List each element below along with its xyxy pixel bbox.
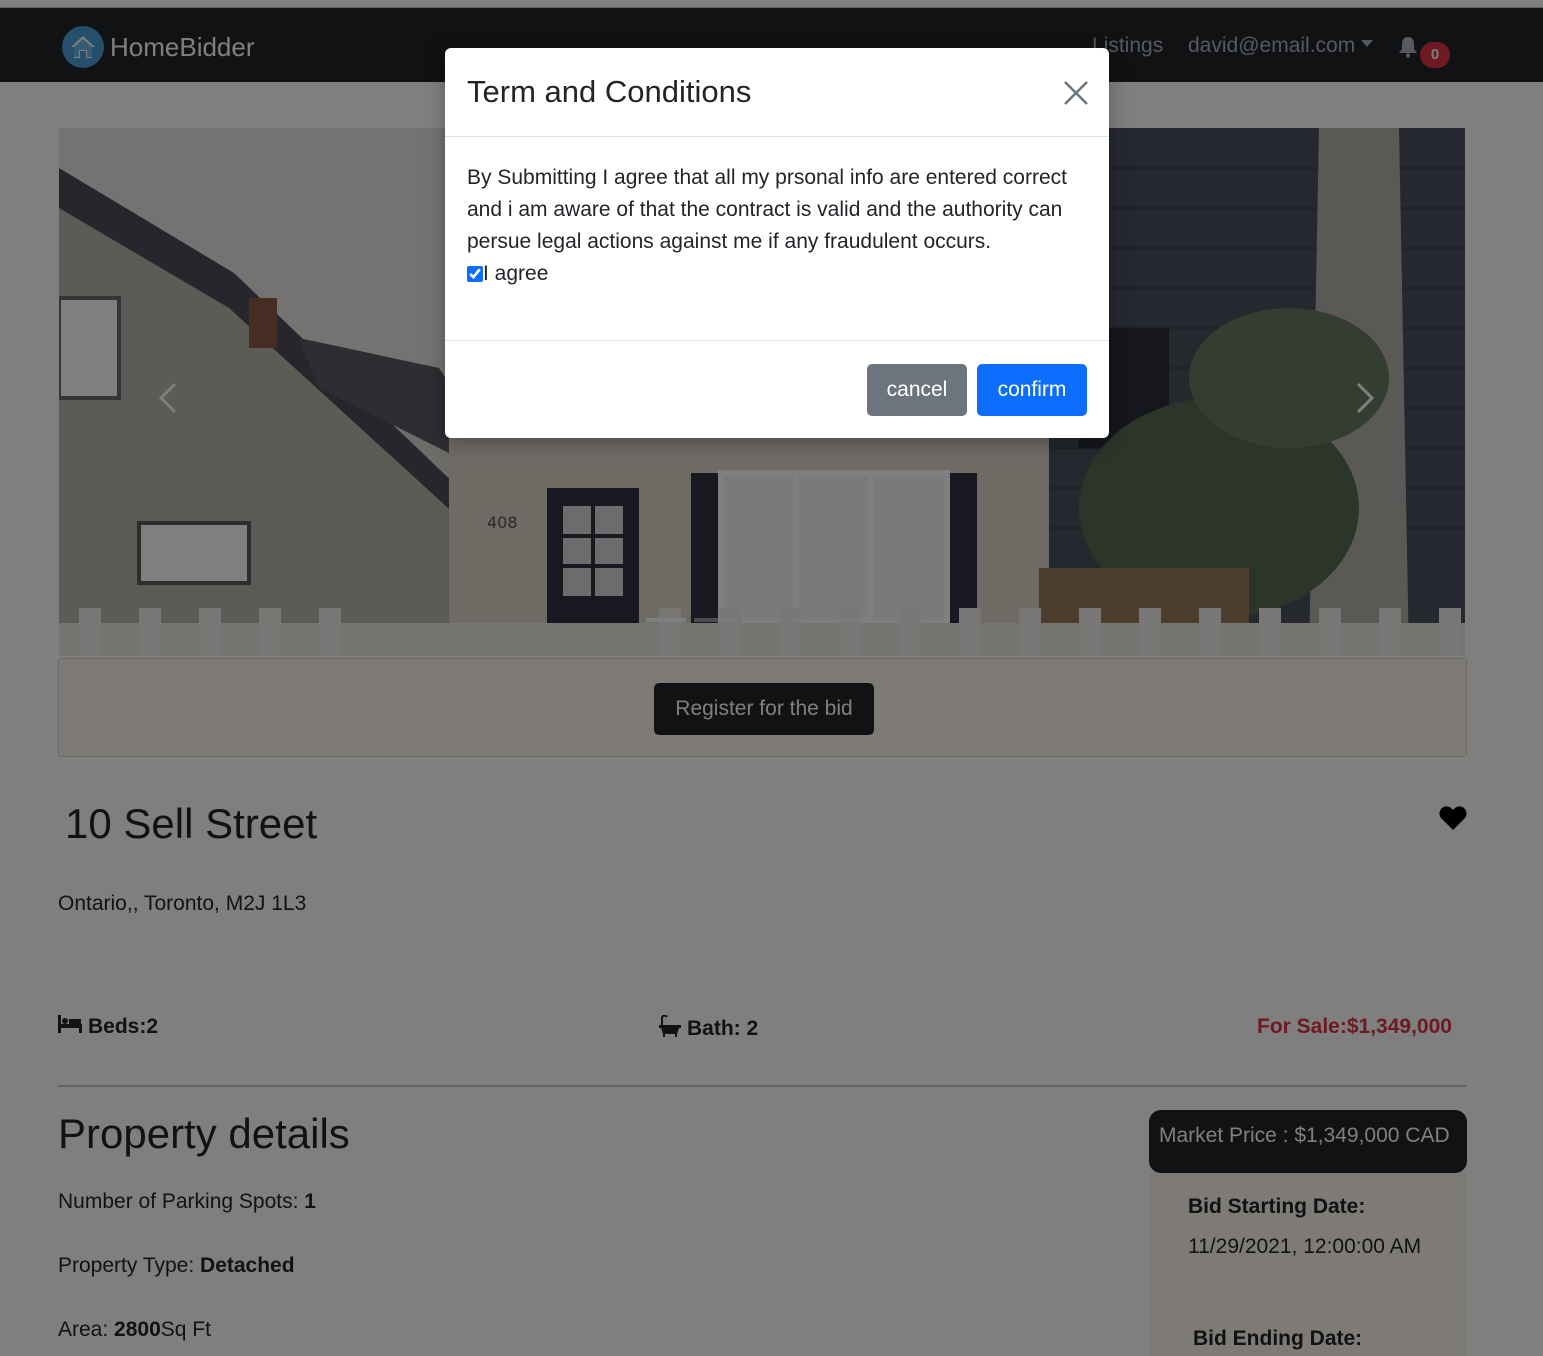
agree-checkbox-row[interactable]: I agree — [467, 258, 1087, 290]
close-icon[interactable] — [1061, 78, 1091, 108]
agree-checkbox[interactable] — [467, 266, 483, 282]
terms-modal: Term and Conditions By Submitting I agre… — [445, 48, 1109, 438]
agree-label: I agree — [483, 262, 549, 285]
modal-title: Term and Conditions — [467, 74, 752, 109]
cancel-button[interactable]: cancel — [867, 364, 967, 416]
terms-text: By Submitting I agree that all my prsona… — [467, 166, 1067, 253]
confirm-button[interactable]: confirm — [977, 364, 1087, 416]
modal-body: By Submitting I agree that all my prsona… — [467, 162, 1087, 290]
modal-header: Term and Conditions — [445, 48, 1109, 137]
modal-footer: cancel confirm — [445, 340, 1109, 438]
